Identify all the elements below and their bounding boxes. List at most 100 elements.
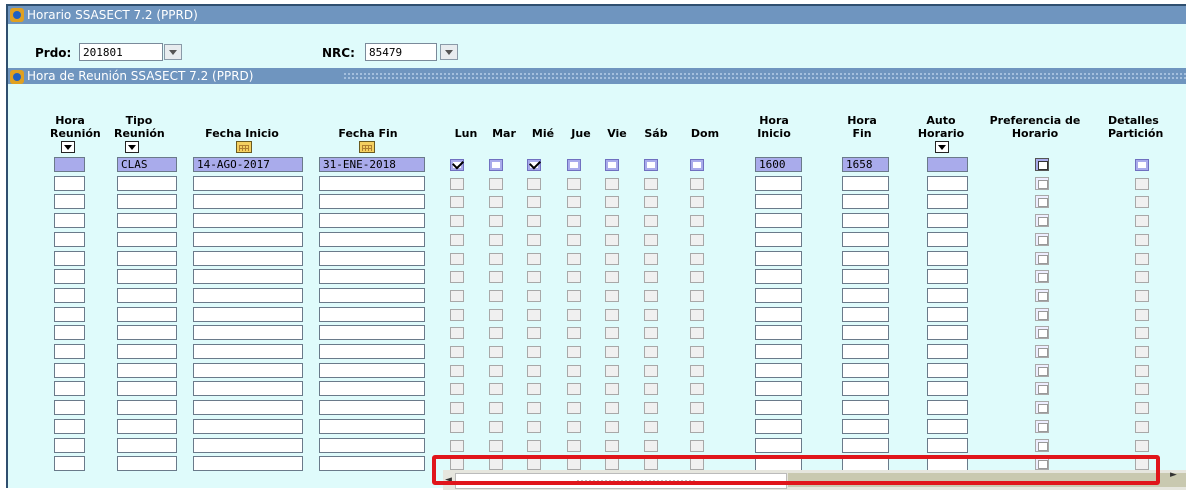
day-checkbox-Mar[interactable] — [489, 309, 503, 321]
day-checkbox-Dom[interactable] — [690, 271, 704, 283]
hora-fin-field[interactable] — [842, 288, 889, 303]
hora-reunion-field[interactable] — [54, 438, 85, 453]
hora-reunion-field[interactable] — [54, 288, 85, 303]
hora-reunion-field[interactable] — [54, 213, 85, 228]
hora-inicio-field[interactable] — [755, 325, 802, 340]
day-checkbox-Vie[interactable] — [605, 215, 619, 227]
hora-fin-field[interactable] — [842, 400, 889, 415]
hora-fin-field[interactable] — [842, 251, 889, 266]
hora-inicio-field[interactable] — [755, 381, 802, 396]
day-checkbox-Vie[interactable] — [605, 327, 619, 339]
day-checkbox-Vie[interactable] — [605, 365, 619, 377]
tipo-reunion-field[interactable] — [117, 194, 177, 209]
day-checkbox-Vie[interactable] — [605, 159, 619, 171]
fecha-fin-field[interactable] — [319, 194, 425, 209]
fecha-inicio-field[interactable] — [193, 213, 303, 228]
hora-inicio-field[interactable]: 1600 — [755, 157, 802, 172]
day-checkbox-Mar[interactable] — [489, 215, 503, 227]
tipo-reunion-field[interactable] — [117, 213, 177, 228]
day-checkbox-Jue[interactable] — [567, 365, 581, 377]
day-checkbox-Mar[interactable] — [489, 234, 503, 246]
day-checkbox-Dom[interactable] — [690, 309, 704, 321]
hora-inicio-field[interactable] — [755, 400, 802, 415]
hora-inicio-field[interactable] — [755, 213, 802, 228]
day-checkbox-Mar[interactable] — [489, 383, 503, 395]
tipo-reunion-field[interactable] — [117, 288, 177, 303]
day-checkbox-Lun[interactable] — [450, 309, 464, 321]
hora-reunion-field[interactable] — [54, 251, 85, 266]
scroll-right-arrow-icon[interactable]: ► — [1170, 470, 1177, 480]
day-checkbox-Dom[interactable] — [690, 290, 704, 302]
fecha-fin-field[interactable] — [319, 381, 425, 396]
preference-icon[interactable] — [1035, 177, 1049, 190]
fecha-fin-field[interactable] — [319, 325, 425, 340]
day-checkbox-Dom[interactable] — [690, 234, 704, 246]
hora-fin-field[interactable] — [842, 176, 889, 191]
fecha-inicio-field[interactable] — [193, 232, 303, 247]
tipo-reunion-field[interactable] — [117, 400, 177, 415]
tipo-reunion-field[interactable] — [117, 176, 177, 191]
fecha-fin-field[interactable] — [319, 456, 425, 471]
day-checkbox-Lun[interactable] — [450, 234, 464, 246]
auto-horario-lov-button[interactable] — [935, 141, 949, 153]
fecha-fin-field[interactable] — [319, 438, 425, 453]
hora-inicio-field[interactable] — [755, 363, 802, 378]
day-checkbox-Sáb[interactable] — [644, 178, 658, 190]
fecha-fin-field[interactable] — [319, 344, 425, 359]
day-checkbox-Vie[interactable] — [605, 178, 619, 190]
hora-reunion-lov-button[interactable] — [61, 141, 75, 153]
day-checkbox-Lun[interactable] — [450, 421, 464, 433]
preference-icon[interactable] — [1035, 401, 1049, 414]
preference-icon[interactable] — [1035, 289, 1049, 302]
day-checkbox-Vie[interactable] — [605, 290, 619, 302]
day-checkbox-Jue[interactable] — [567, 178, 581, 190]
preference-icon[interactable] — [1035, 439, 1049, 452]
day-checkbox-Lun[interactable] — [450, 440, 464, 452]
tipo-reunion-field[interactable]: CLAS — [117, 157, 177, 172]
tipo-reunion-field[interactable] — [117, 438, 177, 453]
tipo-reunion-field[interactable] — [117, 363, 177, 378]
hora-reunion-field[interactable] — [54, 194, 85, 209]
hora-fin-field[interactable] — [842, 381, 889, 396]
nrc-field[interactable]: 85479 — [365, 43, 437, 61]
hora-reunion-field[interactable] — [54, 344, 85, 359]
day-checkbox-Lun[interactable] — [450, 402, 464, 414]
day-checkbox-Jue[interactable] — [567, 253, 581, 265]
fecha-inicio-field[interactable] — [193, 419, 303, 434]
hora-fin-field[interactable]: 1658 — [842, 157, 889, 172]
day-checkbox-Vie[interactable] — [605, 383, 619, 395]
preference-icon[interactable] — [1035, 195, 1049, 208]
detalles-particion-checkbox[interactable] — [1135, 421, 1149, 433]
detalles-particion-checkbox[interactable] — [1135, 271, 1149, 283]
day-checkbox-Jue[interactable] — [567, 383, 581, 395]
day-checkbox-Jue[interactable] — [567, 215, 581, 227]
tipo-reunion-field[interactable] — [117, 456, 177, 471]
hora-reunion-field[interactable] — [54, 176, 85, 191]
day-checkbox-Mar[interactable] — [489, 327, 503, 339]
fecha-inicio-field[interactable] — [193, 344, 303, 359]
day-checkbox-Jue[interactable] — [567, 196, 581, 208]
day-checkbox-Vie[interactable] — [605, 253, 619, 265]
tipo-reunion-lov-button[interactable] — [125, 141, 139, 153]
auto-horario-field[interactable] — [927, 213, 968, 228]
day-checkbox-Sáb[interactable] — [644, 234, 658, 246]
day-checkbox-Dom[interactable] — [690, 365, 704, 377]
day-checkbox-Lun[interactable] — [450, 383, 464, 395]
hora-reunion-field[interactable] — [54, 381, 85, 396]
hora-inicio-field[interactable] — [755, 251, 802, 266]
hora-reunion-field[interactable] — [54, 419, 85, 434]
day-checkbox-Sáb[interactable] — [644, 421, 658, 433]
fecha-fin-field[interactable]: 31-ENE-2018 — [319, 157, 425, 172]
hora-reunion-field[interactable] — [54, 456, 85, 471]
fecha-inicio-field[interactable]: 14-AGO-2017 — [193, 157, 303, 172]
day-checkbox-Jue[interactable] — [567, 421, 581, 433]
preference-icon[interactable] — [1035, 308, 1049, 321]
day-checkbox-Jue[interactable] — [567, 271, 581, 283]
hora-fin-field[interactable] — [842, 194, 889, 209]
calendar-icon[interactable] — [236, 141, 252, 153]
day-checkbox-Sáb[interactable] — [644, 253, 658, 265]
preference-icon[interactable] — [1035, 420, 1049, 433]
day-checkbox-Mié[interactable] — [527, 253, 541, 265]
auto-horario-field[interactable] — [927, 438, 968, 453]
day-checkbox-Sáb[interactable] — [644, 290, 658, 302]
